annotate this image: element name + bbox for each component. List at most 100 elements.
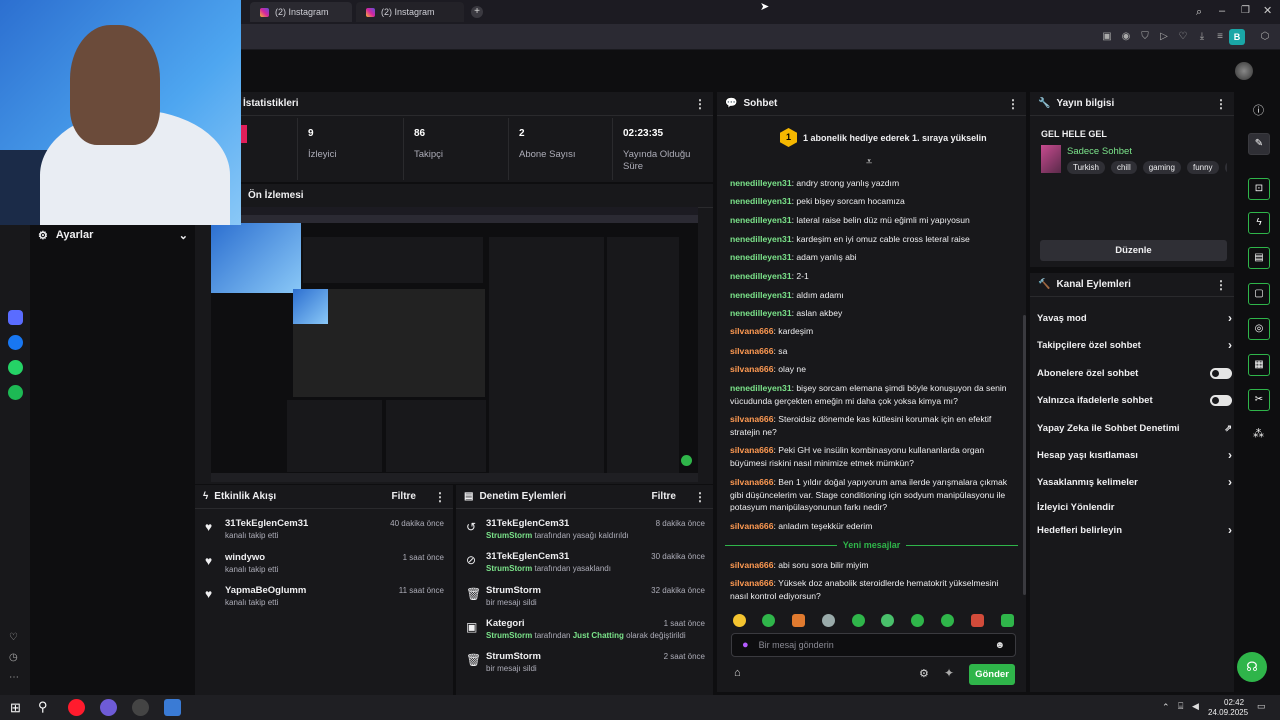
messenger-icon[interactable] — [8, 335, 23, 350]
more-icon[interactable]: ⋮ — [1215, 278, 1227, 292]
chat-username[interactable]: silvana666 — [730, 346, 773, 356]
play-icon[interactable]: ▷ — [1157, 30, 1171, 44]
channel-action-row[interactable]: İzleyici Yönlendir — [1037, 497, 1232, 517]
store-icon[interactable]: ⌂ — [734, 667, 741, 679]
channel-action-row[interactable]: Hedefleri belirleyin › — [1037, 520, 1232, 540]
more-icon[interactable]: ⋮ — [694, 490, 706, 504]
microphone-icon[interactable]: ● — [742, 639, 749, 651]
chat-username[interactable]: silvana666 — [730, 414, 773, 424]
emote[interactable] — [852, 614, 865, 627]
chat-username[interactable]: nenedilleyen31 — [730, 383, 792, 393]
send-button[interactable]: Gönder — [969, 664, 1015, 685]
whatsapp-icon[interactable] — [8, 360, 23, 375]
tag[interactable]: de — [1224, 161, 1227, 174]
channel-action-row[interactable]: Yapay Zeka ile Sohbet Denetimi ⇗ — [1037, 418, 1232, 438]
emote[interactable] — [911, 614, 924, 627]
emote[interactable] — [941, 614, 954, 627]
tag[interactable]: Turkish — [1067, 161, 1105, 174]
channel-action-row[interactable]: Abonelere özel sohbet — [1037, 363, 1232, 383]
download-icon[interactable]: ⤓ — [1195, 30, 1209, 44]
opera-icon[interactable] — [68, 699, 85, 716]
user-avatar[interactable] — [1235, 62, 1253, 80]
chat-username[interactable]: nenedilleyen31 — [730, 308, 792, 318]
broadcast-icon[interactable]: ◎ — [1248, 318, 1270, 340]
new-tab-icon[interactable]: + — [471, 6, 483, 18]
emoji-icon[interactable]: ☻ — [994, 640, 1005, 651]
more-icon[interactable]: ⋮ — [1215, 97, 1227, 111]
clip-icon[interactable]: ⊡ — [1248, 178, 1270, 200]
tools-icon[interactable]: ✂ — [1248, 389, 1270, 411]
gift-banner[interactable]: 1 abonelik hediye ederek 1. sıraya yükse… — [803, 133, 987, 143]
history-icon[interactable]: ◷ — [9, 652, 18, 663]
settings-menu-item[interactable]: ⚙ Ayarlar ⌄ — [38, 226, 188, 244]
close-icon[interactable]: ✕ — [1263, 4, 1272, 17]
category-name[interactable]: Sadece Sohbet — [1067, 146, 1132, 157]
browser-tab[interactable]: (2) Instagram — [356, 2, 464, 22]
more-icon[interactable]: ⋮ — [434, 490, 446, 504]
channel-action-row[interactable]: Yalnızca ifadelerle sohbet — [1037, 390, 1232, 410]
chat-scrollbar[interactable] — [1023, 315, 1026, 595]
activity-filter-button[interactable]: Filtre — [392, 491, 416, 502]
more-icon[interactable]: ⋮ — [1007, 97, 1019, 111]
volume-icon[interactable]: ◀ — [1192, 701, 1199, 712]
chat-username[interactable]: silvana666 — [730, 326, 773, 336]
shield-icon[interactable]: ⛉ — [1138, 30, 1152, 44]
emote[interactable] — [822, 614, 835, 627]
channel-action-row[interactable]: Takipçilere özel sohbet › — [1037, 335, 1232, 355]
chat-username[interactable]: silvana666 — [730, 578, 773, 588]
pinned-toggle-icon[interactable]: ⩡ — [866, 156, 872, 169]
chat-username[interactable]: nenedilleyen31 — [730, 234, 792, 244]
toggle-switch[interactable] — [1210, 394, 1232, 406]
chat-username[interactable]: silvana666 — [730, 477, 773, 487]
chat-input[interactable]: ● Bir mesaj gönderin ☻ — [731, 633, 1016, 657]
chat-username[interactable]: silvana666 — [730, 560, 773, 570]
profile-avatar[interactable]: B — [1229, 29, 1245, 45]
chat-username[interactable]: nenedilleyen31 — [730, 290, 792, 300]
extension-icon[interactable]: ⬡ — [1258, 30, 1272, 44]
camera-icon[interactable]: ◉ — [1119, 30, 1133, 44]
edit-mode-icon[interactable]: ✎ — [1248, 133, 1270, 155]
minimize-icon[interactable]: – — [1219, 5, 1225, 17]
tag[interactable]: chill — [1110, 161, 1137, 174]
app-icon[interactable] — [164, 699, 181, 716]
search-icon[interactable]: ⌕ — [1196, 6, 1202, 19]
flash-icon[interactable]: ϟ — [1248, 212, 1270, 234]
notification-icon[interactable]: ▭ — [1257, 701, 1266, 712]
emote[interactable] — [881, 614, 894, 627]
puzzle-icon[interactable]: ✦ — [944, 666, 954, 680]
edit-button[interactable]: Düzenle — [1040, 240, 1227, 261]
tag[interactable]: funny — [1186, 161, 1219, 174]
menu-icon[interactable]: ≡ — [1213, 30, 1227, 44]
network-icon[interactable]: ⌸ — [1178, 701, 1183, 712]
search-icon[interactable]: ⚲ — [38, 699, 48, 715]
moderation-filter-button[interactable]: Filtre — [652, 491, 676, 502]
channel-action-row[interactable]: Hesap yaşı kısıtlaması › — [1037, 445, 1232, 465]
chat-icon[interactable]: ▢ — [1248, 283, 1270, 305]
emote[interactable] — [971, 614, 984, 627]
heart-icon[interactable]: ♡ — [1176, 30, 1190, 44]
support-icon[interactable]: ☊ — [1237, 652, 1267, 682]
emote[interactable] — [762, 614, 775, 627]
screenshot-icon[interactable]: ▣ — [1100, 30, 1114, 44]
tag[interactable]: gaming — [1142, 161, 1181, 174]
toggle-switch[interactable] — [1210, 367, 1232, 379]
heart-outline-icon[interactable]: ♡ — [9, 632, 18, 643]
tray-chevron-icon[interactable]: ⌃ — [1162, 702, 1170, 713]
browser-tab[interactable]: (2) Instagram — [250, 2, 352, 22]
gear-icon[interactable]: ⚙ — [919, 667, 929, 680]
chat-username[interactable]: nenedilleyen31 — [730, 196, 792, 206]
emote[interactable] — [1001, 614, 1014, 627]
chat-username[interactable]: nenedilleyen31 — [730, 178, 792, 188]
app-icon[interactable] — [100, 699, 117, 716]
channel-action-row[interactable]: Yasaklanmış kelimeler › — [1037, 472, 1232, 492]
chat-username[interactable]: nenedilleyen31 — [730, 215, 792, 225]
layout-icon[interactable]: ▦ — [1248, 354, 1270, 376]
notes-icon[interactable]: ▤ — [1248, 247, 1270, 269]
obs-icon[interactable] — [132, 699, 149, 716]
spotify-icon[interactable] — [8, 385, 23, 400]
stream-preview[interactable] — [211, 207, 698, 482]
chat-username[interactable]: nenedilleyen31 — [730, 271, 792, 281]
restore-icon[interactable]: ❐ — [1241, 5, 1250, 16]
chat-username[interactable]: silvana666 — [730, 445, 773, 455]
more-icon[interactable]: ⋮ — [694, 97, 706, 111]
